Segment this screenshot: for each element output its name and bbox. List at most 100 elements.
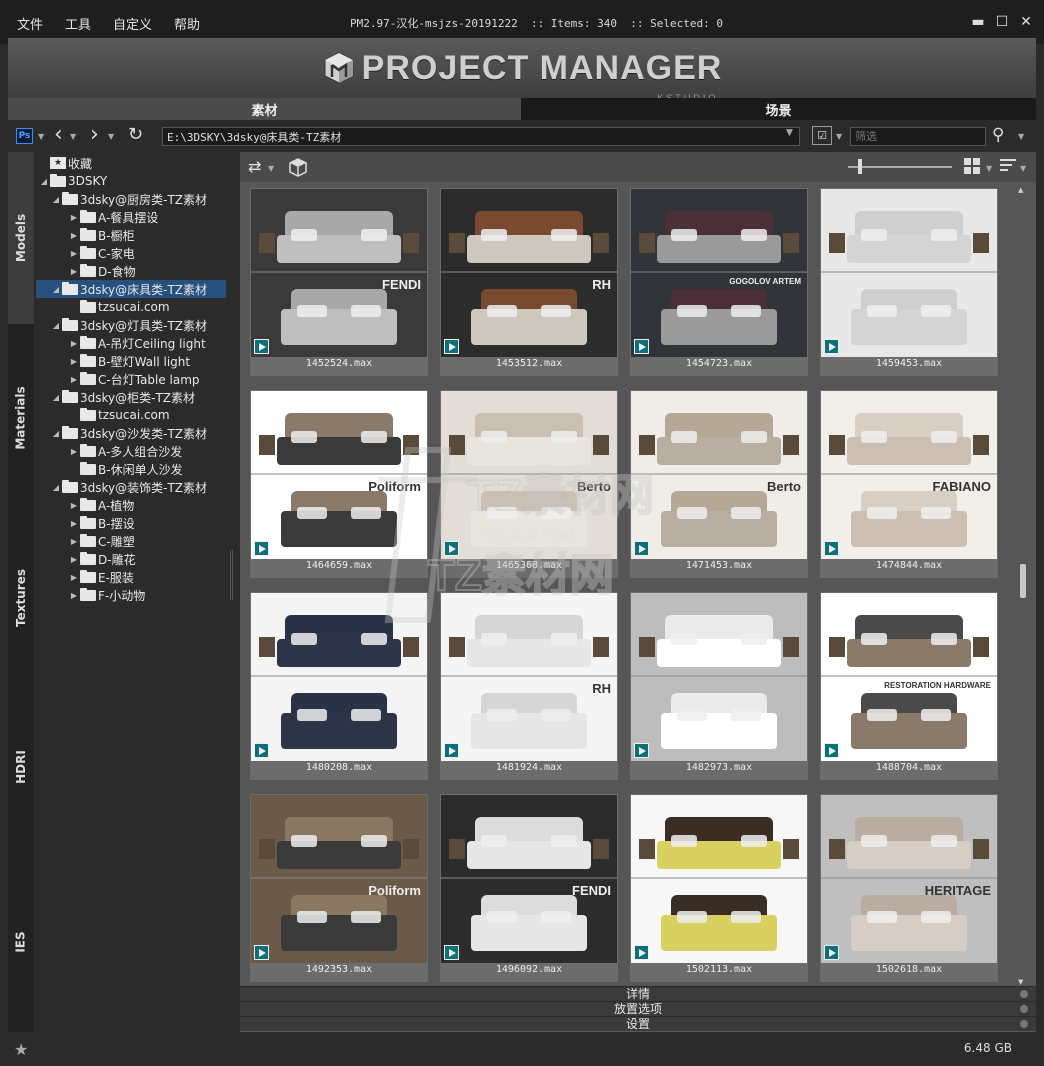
side-tab-materials[interactable]: Materials: [8, 328, 34, 508]
expand-arrow-icon[interactable]: ▶: [68, 591, 80, 600]
forward-history-caret[interactable]: ▼: [108, 132, 114, 141]
asset-thumbnail[interactable]: 1502113.max: [630, 794, 808, 982]
asset-thumbnail[interactable]: FENDI 1496092.max: [440, 794, 618, 982]
tree-node[interactable]: ◢ 3DSKY: [38, 172, 107, 190]
close-button[interactable]: ✕: [1014, 10, 1038, 34]
expand-arrow-icon[interactable]: ▶: [68, 555, 80, 564]
expand-arrow-icon[interactable]: ▶: [68, 357, 80, 366]
menu-file[interactable]: 文件: [6, 14, 54, 33]
thumbnail-size-slider-knob[interactable]: [858, 159, 862, 174]
tree-node[interactable]: ▶ C-台灯Table lamp: [68, 370, 200, 388]
tree-node[interactable]: ▶ C-家电: [68, 244, 135, 262]
menu-help[interactable]: 帮助: [163, 14, 211, 33]
refresh-icon[interactable]: ↻: [128, 124, 143, 145]
tree-node[interactable]: ▶ A-多人组合沙发: [68, 442, 182, 460]
asset-thumbnail[interactable]: RH 1481924.max: [440, 592, 618, 780]
tree-node[interactable]: ▶ D-食物: [68, 262, 136, 280]
expand-arrow-icon[interactable]: ▶: [68, 447, 80, 456]
details-panel-header[interactable]: 详情: [240, 986, 1036, 1001]
tree-node[interactable]: ◢ 3dsky@装饰类-TZ素材: [50, 478, 207, 496]
expand-arrow-icon[interactable]: ▶: [68, 267, 80, 276]
side-tab-textures[interactable]: Textures: [8, 508, 34, 688]
asset-thumbnail[interactable]: Poliform 1492353.max: [250, 794, 428, 982]
asset-thumbnail[interactable]: HERITAGE 1502618.max: [820, 794, 998, 982]
collapse-arrow-icon[interactable]: ◢: [38, 177, 50, 186]
grid-view-icon[interactable]: [964, 158, 980, 174]
search-caret[interactable]: ▼: [1018, 132, 1024, 141]
sort-icon[interactable]: [1000, 159, 1016, 173]
collapse-arrow-icon[interactable]: ◢: [50, 429, 62, 438]
scroll-up-arrow[interactable]: ▲: [1018, 186, 1023, 194]
expand-arrow-icon[interactable]: ▶: [68, 375, 80, 384]
tab-assets[interactable]: 素材: [8, 98, 521, 120]
tree-node[interactable]: ▶ A-餐具摆设: [68, 208, 158, 226]
search-icon[interactable]: ⚲: [992, 125, 1004, 145]
path-input[interactable]: [162, 127, 800, 146]
collapse-arrow-icon[interactable]: ◢: [50, 195, 62, 204]
ps-dropdown-caret[interactable]: ▼: [38, 132, 44, 141]
asset-thumbnail[interactable]: 1482973.max: [630, 592, 808, 780]
asset-thumbnail[interactable]: RH 1453512.max: [440, 188, 618, 376]
filter-input[interactable]: [850, 127, 986, 146]
tree-node[interactable]: tzsucai.com: [68, 406, 170, 424]
filter-caret[interactable]: ▼: [836, 132, 842, 141]
checklist-icon[interactable]: ☑: [812, 126, 832, 145]
expand-arrow-icon[interactable]: ▶: [68, 339, 80, 348]
tree-node[interactable]: ▶ E-服装: [68, 568, 134, 586]
asset-thumbnail[interactable]: 1459453.max: [820, 188, 998, 376]
expand-arrow-icon[interactable]: ▶: [68, 573, 80, 582]
tree-node[interactable]: ▶ B-橱柜: [68, 226, 135, 244]
asset-thumbnail[interactable]: GOGOLOV ARTEM 1454723.max: [630, 188, 808, 376]
placement-options-header[interactable]: 放置选项: [240, 1001, 1036, 1016]
side-tab-hdri[interactable]: HDRI: [8, 682, 34, 852]
tree-node[interactable]: ▶ F-小动物: [68, 586, 145, 604]
tree-node[interactable]: ★ 收藏: [38, 154, 92, 172]
tree-node[interactable]: tzsucai.com: [68, 298, 170, 316]
expand-arrow-icon[interactable]: ▶: [68, 519, 80, 528]
tree-node[interactable]: ▶ B-摆设: [68, 514, 135, 532]
expand-arrow-icon[interactable]: ▶: [68, 213, 80, 222]
collapse-arrow-icon[interactable]: ◢: [50, 285, 62, 294]
sync-icon[interactable]: ⇄: [248, 157, 261, 176]
menu-customize[interactable]: 自定义: [102, 14, 163, 33]
asset-thumbnail[interactable]: Poliform 1464659.max: [250, 390, 428, 578]
back-arrow-icon[interactable]: ‹: [54, 122, 63, 148]
collapse-arrow-icon[interactable]: ◢: [50, 483, 62, 492]
maximize-button[interactable]: ☐: [990, 10, 1014, 34]
minimize-button[interactable]: ▬: [966, 10, 990, 34]
tree-node[interactable]: ▶ D-雕花: [68, 550, 136, 568]
thumbnail-size-slider[interactable]: [848, 166, 952, 168]
expand-arrow-icon[interactable]: ▶: [68, 501, 80, 510]
side-tab-ies[interactable]: IES: [8, 852, 34, 1032]
collapse-arrow-icon[interactable]: ◢: [50, 321, 62, 330]
asset-thumbnail[interactable]: 1480208.max: [250, 592, 428, 780]
tree-node[interactable]: ◢ 3dsky@灯具类-TZ素材: [50, 316, 207, 334]
photoshop-icon[interactable]: Ps: [16, 128, 33, 144]
tree-node[interactable]: ▶ A-植物: [68, 496, 134, 514]
expand-arrow-icon[interactable]: ▶: [68, 537, 80, 546]
box-icon[interactable]: [288, 157, 308, 177]
scrollbar-thumb[interactable]: [1020, 564, 1026, 598]
tree-node[interactable]: ◢ 3dsky@沙发类-TZ素材: [50, 424, 207, 442]
expand-arrow-icon[interactable]: ▶: [68, 249, 80, 258]
view-caret[interactable]: ▼: [986, 164, 992, 173]
asset-thumbnail[interactable]: FENDI 1452524.max: [250, 188, 428, 376]
expand-arrow-icon[interactable]: ▶: [68, 231, 80, 240]
asset-thumbnail[interactable]: FABIANO 1474844.max: [820, 390, 998, 578]
tab-scenes[interactable]: 场景: [521, 98, 1036, 120]
panel-splitter[interactable]: [230, 550, 233, 600]
tree-node[interactable]: ◢ 3dsky@床具类-TZ素材: [36, 280, 226, 298]
asset-thumbnail[interactable]: Berto 1465368.max: [440, 390, 618, 578]
scroll-down-arrow[interactable]: ▼: [1018, 978, 1023, 986]
back-history-caret[interactable]: ▼: [70, 132, 76, 141]
collapse-arrow-icon[interactable]: ◢: [50, 393, 62, 402]
favorite-star-icon[interactable]: ★: [14, 1040, 28, 1059]
path-dropdown-caret[interactable]: ▼: [786, 128, 793, 138]
tree-node[interactable]: ◢ 3dsky@厨房类-TZ素材: [50, 190, 207, 208]
tree-node[interactable]: B-休闲单人沙发: [68, 460, 183, 478]
tree-node[interactable]: ◢ 3dsky@柜类-TZ素材: [50, 388, 195, 406]
tree-node[interactable]: ▶ B-壁灯Wall light: [68, 352, 190, 370]
tree-node[interactable]: ▶ A-吊灯Ceiling light: [68, 334, 206, 352]
sync-caret[interactable]: ▼: [268, 164, 274, 173]
forward-arrow-icon[interactable]: ›: [90, 122, 99, 148]
